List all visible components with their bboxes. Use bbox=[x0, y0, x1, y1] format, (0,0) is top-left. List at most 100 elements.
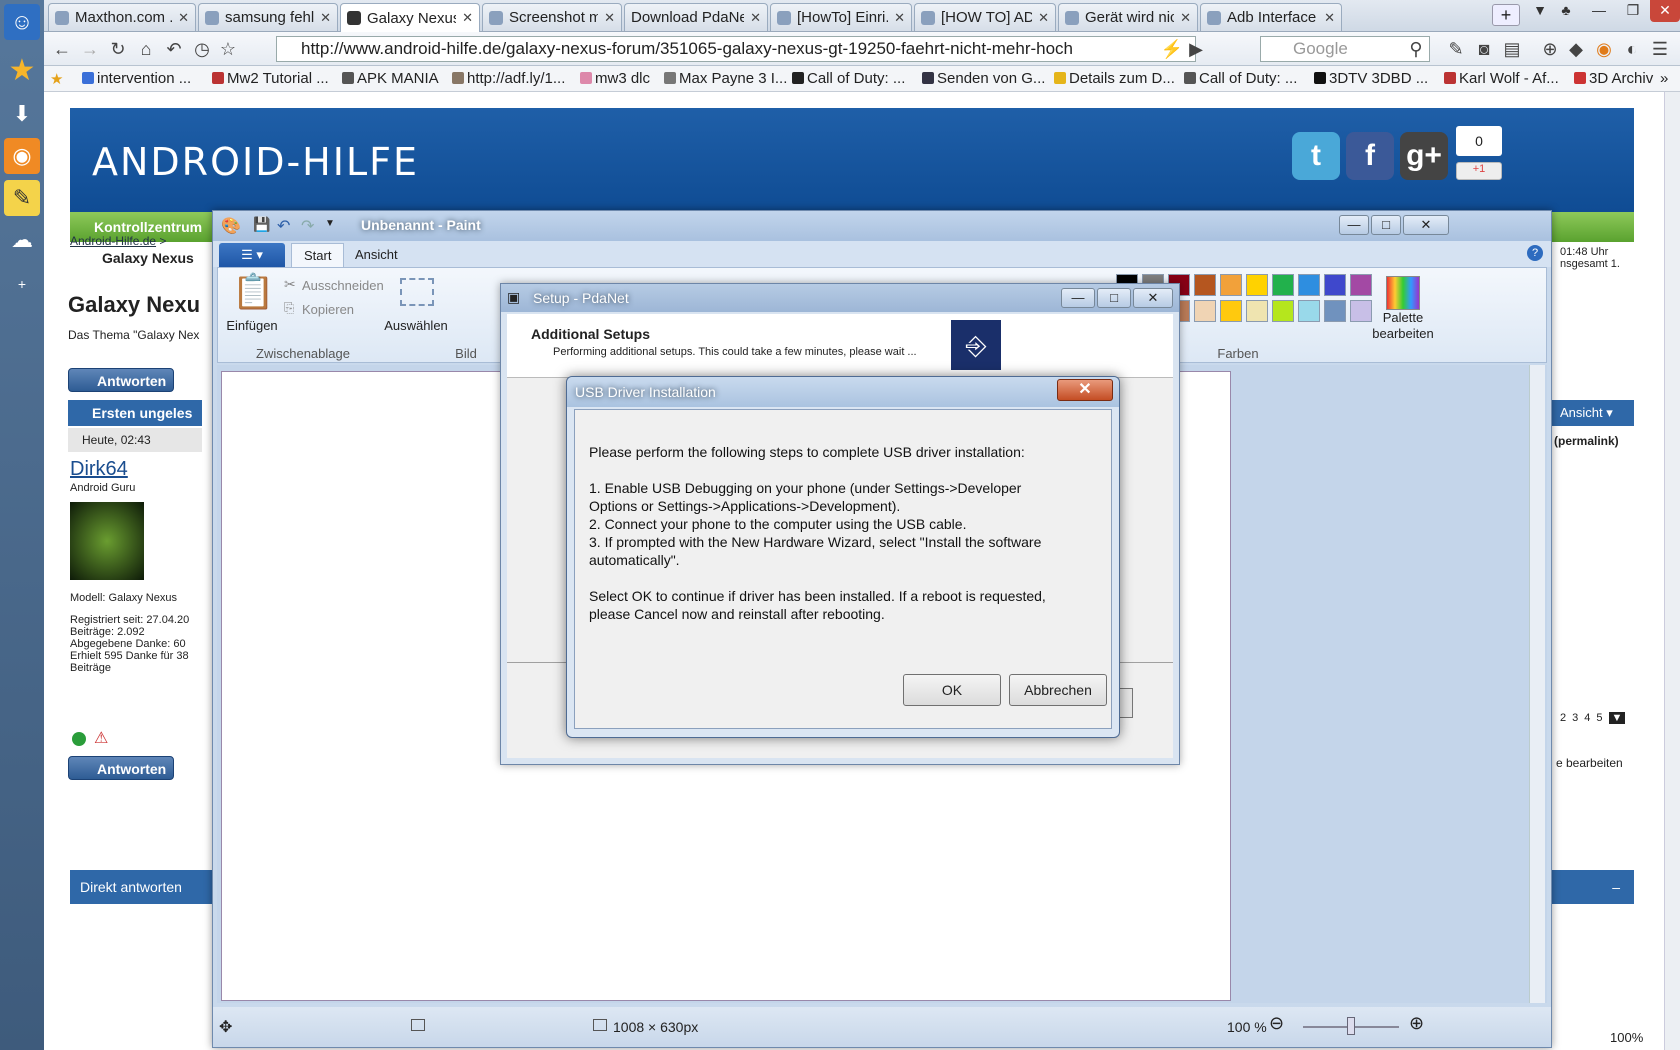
ok-button[interactable]: OK bbox=[903, 674, 1001, 706]
tab-ansicht[interactable]: Ansicht bbox=[343, 243, 410, 267]
bookmark-item[interactable]: Karl Wolf - Af... bbox=[1444, 70, 1559, 87]
close-window-button[interactable]: ✕ bbox=[1650, 0, 1680, 22]
color-swatch[interactable] bbox=[1350, 274, 1372, 296]
breadcrumb-home-link[interactable]: Android-Hilfe.de bbox=[70, 234, 156, 248]
address-bar[interactable]: http://www.android-hilfe.de/galaxy-nexus… bbox=[276, 36, 1196, 62]
paste-icon[interactable]: 📋 bbox=[232, 272, 274, 312]
skin-icon[interactable]: ♣ bbox=[1556, 0, 1576, 22]
zoom-out-icon[interactable]: ⊖ bbox=[1269, 1013, 1284, 1034]
facebook-icon[interactable]: f bbox=[1346, 132, 1394, 180]
tab-start[interactable]: Start bbox=[291, 243, 345, 267]
edit-palette-button[interactable]: Palette bearbeiten bbox=[1366, 310, 1440, 342]
close-icon[interactable]: ✕ bbox=[750, 10, 761, 26]
cut-button[interactable]: Ausschneiden bbox=[302, 278, 384, 293]
zoom-in-icon[interactable]: ⊕ bbox=[1409, 1013, 1424, 1034]
reply-button[interactable]: Antworten bbox=[68, 368, 174, 392]
close-icon[interactable]: ✕ bbox=[1038, 10, 1049, 26]
cancel-button[interactable]: Abbrechen bbox=[1009, 674, 1107, 706]
usb-dialog-titlebar[interactable]: USB Driver Installation ✕ bbox=[567, 377, 1119, 407]
maxthon-logo-icon[interactable]: ☺ bbox=[4, 4, 40, 40]
close-icon[interactable]: ✕ bbox=[178, 10, 189, 26]
search-icon[interactable]: ⚲ bbox=[1404, 37, 1428, 61]
color-swatch[interactable] bbox=[1324, 274, 1346, 296]
color-swatch[interactable] bbox=[1220, 300, 1242, 322]
bookmark-item[interactable]: Details zum D... bbox=[1054, 70, 1175, 87]
google-plus-icon[interactable]: g+ bbox=[1400, 132, 1448, 180]
page-next-icon[interactable]: ▼ bbox=[1608, 712, 1626, 724]
reload-icon[interactable]: ↻ bbox=[106, 37, 130, 61]
back-icon[interactable]: ← bbox=[50, 37, 74, 61]
skin-icon[interactable]: ◐ bbox=[1620, 37, 1644, 61]
bookmark-item[interactable]: APK MANIA bbox=[342, 70, 439, 87]
bookmark-item[interactable]: 3D Archiv bbox=[1574, 70, 1653, 87]
tab-howto-einri[interactable]: [HowTo] Einri... ✕ bbox=[770, 3, 912, 31]
page-scrollbar[interactable] bbox=[1664, 92, 1680, 1050]
paint-close-button[interactable]: ✕ bbox=[1403, 215, 1449, 235]
favorites-star-icon[interactable]: ★ bbox=[4, 52, 40, 88]
paint-minimize-button[interactable]: — bbox=[1339, 215, 1369, 235]
close-icon[interactable]: ✕ bbox=[320, 10, 331, 26]
tools-icon[interactable]: ✎ bbox=[1444, 37, 1468, 61]
redo-icon[interactable]: ↷ bbox=[301, 216, 314, 236]
color-swatch[interactable] bbox=[1298, 300, 1320, 322]
undo-icon[interactable]: ↶ bbox=[277, 216, 290, 236]
bookmark-item[interactable]: Call of Duty: ... bbox=[792, 70, 905, 87]
tab-download-pdanet[interactable]: Download PdaNet ✕ bbox=[624, 3, 768, 31]
add-panel-icon[interactable]: + bbox=[4, 266, 40, 302]
view-menu[interactable]: Ansicht ▾ bbox=[1552, 400, 1634, 426]
tab-howto-adb[interactable]: [HOW TO] AD...✕ bbox=[914, 3, 1056, 31]
screenshot-icon[interactable]: ◙ bbox=[1472, 37, 1496, 61]
eraser-icon[interactable]: ◆ bbox=[1564, 37, 1588, 61]
new-tab-button[interactable]: + bbox=[1492, 4, 1520, 26]
close-icon[interactable]: ✕ bbox=[1180, 10, 1191, 26]
feed-icon[interactable]: ◉ bbox=[1592, 37, 1616, 61]
post-author[interactable]: Dirk64 bbox=[70, 458, 128, 481]
go-icon[interactable]: ▶ bbox=[1184, 37, 1208, 61]
color-swatch[interactable] bbox=[1194, 274, 1216, 296]
undo-close-icon[interactable]: ↶ bbox=[162, 37, 186, 61]
avatar[interactable] bbox=[70, 502, 144, 580]
maximize-button[interactable]: ❐ bbox=[1618, 0, 1648, 22]
plus-one-button[interactable]: +1 bbox=[1456, 162, 1502, 180]
close-icon[interactable]: ✕ bbox=[604, 10, 615, 26]
paint-file-menu-button[interactable]: ☰ ▾ bbox=[219, 243, 285, 267]
tab-geraet[interactable]: Gerät wird nic...✕ bbox=[1058, 3, 1198, 31]
pdanet-maximize-button[interactable]: □ bbox=[1097, 288, 1131, 308]
report-icon[interactable]: ⚠ bbox=[94, 728, 108, 748]
twitter-icon[interactable]: t bbox=[1292, 132, 1340, 180]
collapse-icon[interactable]: – bbox=[1612, 870, 1620, 904]
notes-icon[interactable]: ✎ bbox=[4, 180, 40, 216]
help-icon[interactable]: ? bbox=[1527, 245, 1543, 261]
color-swatch[interactable] bbox=[1272, 274, 1294, 296]
cloud-icon[interactable]: ☁ bbox=[4, 222, 40, 258]
canvas-scrollbar[interactable] bbox=[1529, 365, 1545, 1003]
color-swatch[interactable] bbox=[1272, 300, 1294, 322]
color-swatch[interactable] bbox=[1246, 274, 1268, 296]
pdanet-minimize-button[interactable]: — bbox=[1061, 288, 1095, 308]
copy-button[interactable]: Kopieren bbox=[302, 302, 354, 317]
paint-titlebar[interactable]: 🎨 💾 ↶ ↷ ▼ Unbenannt - Paint — □ ✕ bbox=[213, 211, 1551, 241]
paint-maximize-button[interactable]: □ bbox=[1371, 215, 1401, 235]
bookmark-item[interactable]: mw3 dlc bbox=[580, 70, 650, 87]
color-swatch[interactable] bbox=[1220, 274, 1242, 296]
paste-button[interactable]: Einfügen bbox=[222, 318, 282, 333]
quick-access-dropdown-icon[interactable]: ▼ bbox=[325, 218, 335, 229]
select-button[interactable]: Auswählen bbox=[384, 318, 448, 333]
close-icon[interactable]: ✕ bbox=[462, 10, 473, 26]
site-logo[interactable]: ANDROID-HILFE bbox=[92, 140, 419, 184]
minimize-button[interactable]: — bbox=[1584, 0, 1614, 22]
tab-samsung[interactable]: samsung fehle...✕ bbox=[198, 3, 338, 31]
paint-app-icon[interactable]: 🎨 bbox=[221, 216, 241, 236]
bookmark-item[interactable]: 3DTV 3DBD ... bbox=[1314, 70, 1428, 87]
tab-list-icon[interactable]: ▼ bbox=[1530, 0, 1550, 22]
split-icon[interactable]: ▤ bbox=[1500, 37, 1524, 61]
bookmark-item[interactable]: http://adf.ly/1... bbox=[452, 70, 565, 87]
color-swatch[interactable] bbox=[1194, 300, 1216, 322]
forward-icon[interactable]: → bbox=[78, 37, 102, 61]
bookmark-item[interactable]: Mw2 Tutorial ... bbox=[212, 70, 329, 87]
save-icon[interactable]: 💾 bbox=[253, 216, 270, 233]
browser-zoom[interactable]: 100% bbox=[1610, 1030, 1643, 1045]
history-icon[interactable]: ◷ bbox=[190, 37, 214, 61]
bookmark-item[interactable]: intervention ... bbox=[82, 70, 191, 87]
nav-kontrollzentrum[interactable]: Kontrollzentrum bbox=[94, 219, 202, 235]
